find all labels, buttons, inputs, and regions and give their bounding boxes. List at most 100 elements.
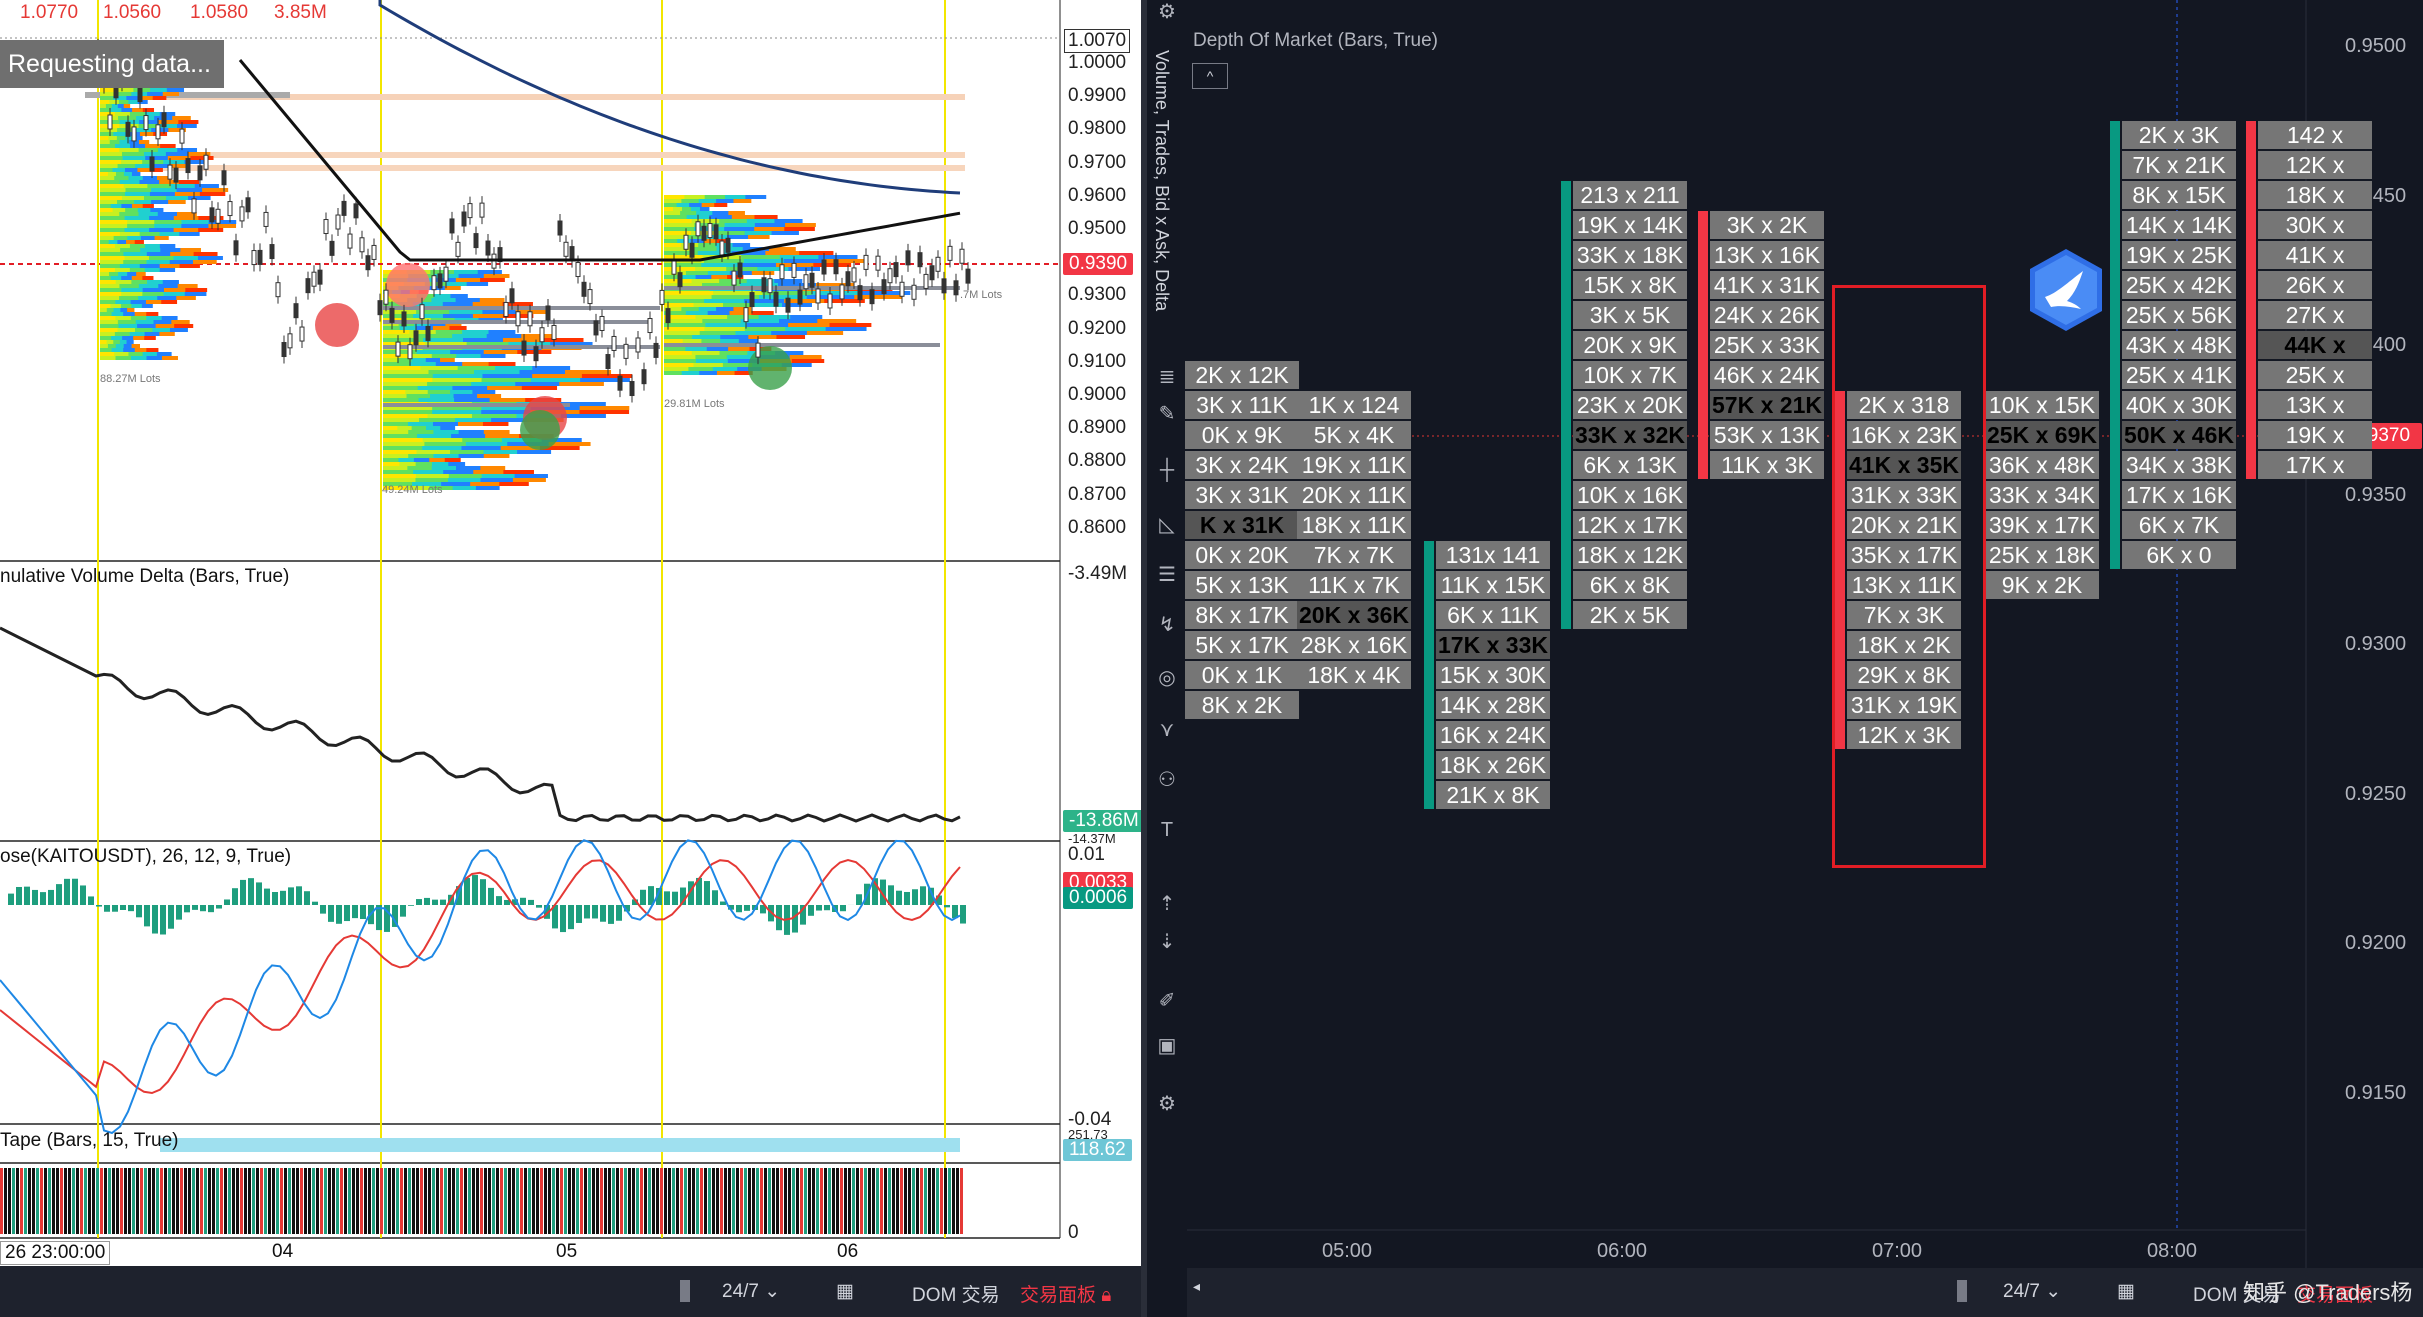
footprint-cell: 13K x xyxy=(2258,391,2372,419)
volume-profile-bar xyxy=(664,355,696,359)
fib-icon[interactable]: ☰ xyxy=(1155,563,1179,587)
footprint-cell: 14K x 28K xyxy=(1436,691,1550,719)
tape-bar xyxy=(76,1168,79,1234)
tape-bar xyxy=(824,1168,827,1234)
macd-histogram-bar xyxy=(720,901,726,905)
calendar-icon[interactable]: ▦ xyxy=(836,1280,854,1303)
annotation-red-rectangle[interactable] xyxy=(1832,285,1986,868)
volume-profile-bar xyxy=(415,478,449,482)
tape-bar xyxy=(436,1168,439,1234)
tape-bar xyxy=(184,1168,187,1234)
tape-bar xyxy=(548,1168,551,1234)
volume-profile-bar xyxy=(407,422,434,426)
gear-icon[interactable]: ⚙ xyxy=(1155,1092,1179,1116)
text-icon[interactable]: T xyxy=(1155,818,1179,842)
volume-profile-bar xyxy=(748,235,770,239)
volume-profile-bar xyxy=(159,232,180,236)
measure-icon[interactable]: ⋎ xyxy=(1155,718,1179,742)
crosshair-icon[interactable]: ┼ xyxy=(1155,458,1179,482)
footprint-cell: 57K x 21K xyxy=(1710,391,1824,419)
volume-profile-bar xyxy=(139,180,160,184)
layout-icon[interactable]: ▣ xyxy=(1155,1034,1179,1058)
volume-profile-bar xyxy=(472,390,496,394)
volume-profile-bar xyxy=(107,344,117,348)
volume-profile-bar xyxy=(485,434,520,438)
bird-logo-icon xyxy=(2030,249,2102,331)
left-interval-select[interactable]: 24/7 ⌄ xyxy=(722,1280,780,1303)
candle-body xyxy=(251,250,257,266)
volume-profile-bar xyxy=(131,344,141,348)
tape-bar xyxy=(716,1168,719,1234)
volume-profile-bar xyxy=(139,132,154,136)
macd-histogram-bar xyxy=(480,879,486,905)
volume-profile-bar xyxy=(681,207,692,211)
left-panel-button[interactable]: 交易面板 🔒︎ xyxy=(1020,1280,1111,1307)
volume-profile-bar xyxy=(664,367,689,371)
curve-icon[interactable]: ↯ xyxy=(1155,613,1179,637)
volume-profile-bar xyxy=(100,272,110,276)
left-chart-canvas[interactable] xyxy=(0,0,1141,1266)
nodes-icon[interactable]: ⚇ xyxy=(1155,768,1179,792)
volume-profile-bar xyxy=(110,108,122,112)
volume-profile-bar xyxy=(676,203,690,207)
tape-bar xyxy=(796,1168,799,1234)
volume-profile-bar xyxy=(173,228,199,232)
footprint-cell: 40K x 30K xyxy=(2122,391,2236,419)
volume-profile-bar xyxy=(693,363,724,367)
left-chart-panel[interactable]: 1.0770 1.0560 1.0580 3.85M Requesting da… xyxy=(0,0,1141,1317)
sort-down-icon[interactable]: ⇣ xyxy=(1155,930,1179,954)
volume-profile-bar xyxy=(111,348,124,352)
tape-bar xyxy=(316,1168,319,1234)
pen-icon[interactable]: ✐ xyxy=(1155,989,1179,1013)
volume-profile-bar xyxy=(177,124,197,128)
volume-profile-bar xyxy=(728,347,750,351)
candle-body xyxy=(269,244,275,260)
triangle-icon[interactable]: ◺ xyxy=(1155,513,1179,537)
collapse-button[interactable]: ^ xyxy=(1192,63,1228,89)
volume-profile-bar xyxy=(118,324,138,328)
tape-bar xyxy=(388,1168,391,1234)
footprint-cell: 25K x 56K xyxy=(2122,301,2236,329)
volume-profile-bar xyxy=(129,244,146,248)
scroll-handle[interactable] xyxy=(680,1280,690,1302)
magnet-icon[interactable]: ◎ xyxy=(1155,666,1179,690)
volume-profile-bar xyxy=(754,227,785,231)
scroll-left-icon[interactable]: ◂ xyxy=(1193,1278,1200,1295)
volume-profile-bar xyxy=(100,328,118,332)
tape-bar xyxy=(268,1168,271,1234)
macd-histogram-bar xyxy=(112,905,118,912)
tape-bar xyxy=(40,1168,43,1234)
settings-gear-icon[interactable]: ⚙ xyxy=(1155,0,1179,24)
right-interval-select[interactable]: 24/7 ⌄ xyxy=(2003,1280,2061,1303)
candle-body xyxy=(155,124,161,140)
volume-profile-bar xyxy=(185,288,208,292)
right-scroll-handle[interactable] xyxy=(1957,1280,1967,1302)
volume-profile-bar xyxy=(458,454,485,458)
tape-bar xyxy=(948,1168,951,1234)
tape-bar xyxy=(108,1168,111,1234)
sort-up-icon[interactable]: ⇡ xyxy=(1155,892,1179,916)
left-dom-button[interactable]: DOM 交易 xyxy=(912,1280,1000,1307)
calendar-icon[interactable]: ▦ xyxy=(2117,1280,2135,1303)
footprint-cell: 131x 141 xyxy=(1436,541,1550,569)
tape-bar xyxy=(272,1168,275,1234)
volume-profile-bar xyxy=(383,446,423,450)
volume-profile-bar xyxy=(138,212,159,216)
volume-profile-bar xyxy=(699,207,710,211)
tape-bar xyxy=(208,1168,211,1234)
tape-bar xyxy=(848,1168,851,1234)
candle-body xyxy=(227,201,233,217)
dom-price-label: 0.9250 xyxy=(2345,782,2407,805)
footprint-cell: 10K x 7K xyxy=(1573,361,1687,389)
volume-profile-bar xyxy=(130,316,147,320)
tape-bar xyxy=(896,1168,899,1234)
footprint-cell: 5K x 4K xyxy=(1297,421,1411,449)
tape-bar xyxy=(440,1168,443,1234)
macd-histogram-bar xyxy=(120,905,126,910)
volume-profile-bar xyxy=(817,319,857,323)
brush-icon[interactable]: ✎ xyxy=(1155,402,1179,426)
volume-profile-bar xyxy=(383,370,430,374)
menu-lines-icon[interactable]: ≣ xyxy=(1155,365,1179,389)
volume-profile-bar xyxy=(100,136,109,140)
footprint-cell: 6K x 13K xyxy=(1573,451,1687,479)
